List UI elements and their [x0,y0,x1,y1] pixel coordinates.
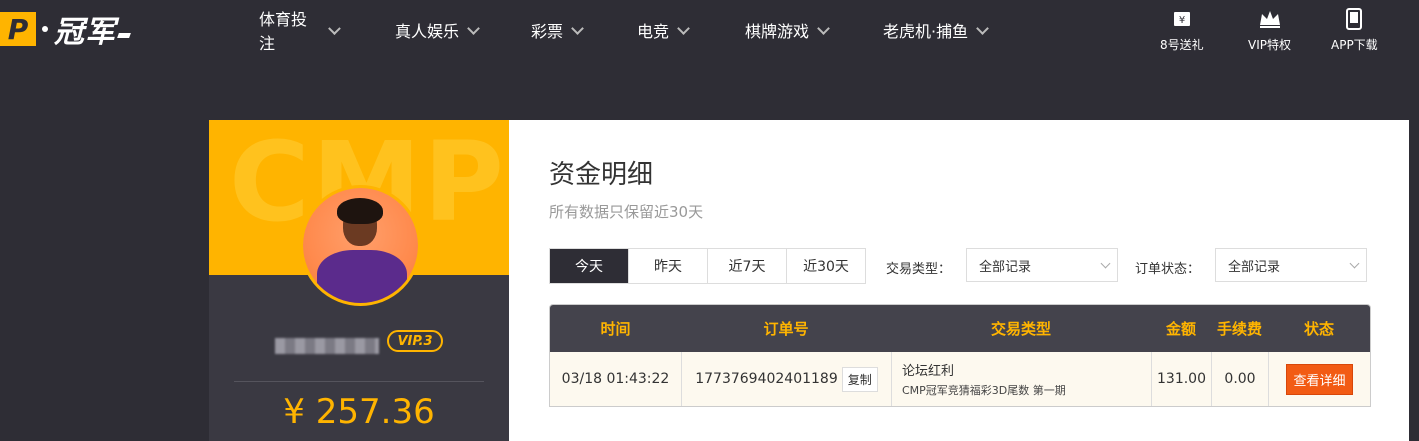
chevron-down-icon [1349,258,1360,269]
chevron-down-icon [976,21,989,35]
main-nav: 体育投注 真人娱乐 彩票 电竞 棋牌游戏 老虎机·捕鱼 [243,0,1017,60]
nav-label: 真人娱乐 [395,22,460,41]
tab-last-7-days[interactable]: 近7天 [707,249,786,283]
type-main: 论坛红利 [902,364,955,379]
avatar-image [303,188,418,303]
cell-fee: 0.00 [1211,352,1268,406]
tab-last-30-days[interactable]: 近30天 [786,249,865,283]
nav-label: 体育投注 [259,10,308,53]
nav-item-sports[interactable]: 体育投注 [243,6,355,54]
view-details-button[interactable]: 查看详细 [1286,363,1353,395]
logo-p-mark: P [0,12,36,46]
cell-type: 论坛红利 CMP冠军竞猜福彩3D尾数 第一期 [891,352,1151,406]
page-subtitle: 所有数据只保留近30天 [549,203,704,221]
chevron-down-icon [571,21,584,35]
svg-text:¥: ¥ [1179,15,1185,26]
logo-dot [42,26,48,32]
nav-label: 电竞 [637,22,670,41]
quick-link-gift[interactable]: ¥ 8号送礼 [1160,8,1204,53]
nav-item-slots-fishing[interactable]: 老虎机·捕鱼 [867,18,1017,42]
profile-card: CMP VIP.3 ¥ 257.36 [209,120,509,441]
quick-link-label: VIP特权 [1248,38,1291,52]
page-title: 资金明细 [549,160,654,190]
date-range-tabs: 今天 昨天 近7天 近30天 [549,248,866,284]
avatar-body [317,250,407,303]
transaction-type-select[interactable]: 全部记录 [966,248,1118,282]
select-value: 全部记录 [1228,259,1281,275]
col-header-type: 交易类型 [990,320,1051,338]
col-header-time: 时间 [600,320,631,338]
table-header: 时间 订单号 交易类型 金额 手续费 状态 [550,305,1370,352]
profile-divider [234,381,484,382]
cell-amount: 131.00 [1151,352,1211,406]
nav-item-card-games[interactable]: 棋牌游戏 [729,18,857,42]
ticket-icon: ¥ [1172,8,1192,30]
chevron-down-icon [467,21,480,35]
brand-logo[interactable]: P 冠军 [0,12,131,50]
vip-badge: VIP.3 [387,330,443,352]
quick-link-app[interactable]: APP下载 [1331,8,1378,53]
order-number: 1773769402401189 [695,371,838,387]
cell-time: 03/18 01:43:22 [561,371,670,387]
cell-order-no: 1773769402401189 复制 [681,352,891,406]
chevron-down-icon [1100,258,1111,269]
col-header-order-no: 订单号 [763,320,809,338]
quick-link-label: APP下载 [1331,38,1378,52]
transaction-type-label: 交易类型： [886,262,952,277]
transactions-table: 时间 订单号 交易类型 金额 手续费 状态 03/18 01:43:22 177… [549,304,1371,407]
type-sub: CMP冠军竞猜福彩3D尾数 第一期 [902,384,1066,397]
nav-item-lottery[interactable]: 彩票 [515,18,611,42]
avatar[interactable] [300,185,421,306]
table-row: 03/18 01:43:22 1773769402401189 复制 论坛红利 … [550,352,1370,406]
cell-status: 查看详细 [1268,352,1370,406]
col-header-status: 状态 [1303,320,1334,338]
nav-label: 老虎机·捕鱼 [883,22,969,41]
col-header-fee: 手续费 [1216,320,1262,338]
crown-icon [1258,8,1282,30]
order-status-label: 订单状态： [1135,262,1201,277]
tab-yesterday[interactable]: 昨天 [628,249,707,283]
chevron-down-icon [677,21,690,35]
logo-dash [117,32,131,38]
nav-label: 彩票 [531,22,564,41]
balance-amount: ¥ 257.36 [283,392,435,432]
nav-label: 棋牌游戏 [745,22,810,41]
col-header-amount: 金额 [1165,320,1196,338]
top-navbar: P 冠军 体育投注 真人娱乐 彩票 电竞 棋牌游戏 老虎机·捕鱼 ¥ 8号送礼 … [0,0,1419,60]
nav-item-live-casino[interactable]: 真人娱乐 [379,18,507,42]
copy-button[interactable]: 复制 [841,366,878,392]
username-blurred [275,338,379,354]
logo-text: 冠军 [54,15,116,50]
nav-item-esports[interactable]: 电竞 [621,18,717,42]
fund-details-panel: 资金明细 所有数据只保留近30天 今天 昨天 近7天 近30天 交易类型： 全部… [509,120,1409,441]
order-status-select[interactable]: 全部记录 [1215,248,1367,282]
select-value: 全部记录 [979,259,1032,275]
tab-today[interactable]: 今天 [550,249,628,283]
chevron-down-icon [817,21,830,35]
avatar-hair [337,198,383,224]
chevron-down-icon [328,21,341,35]
phone-icon [1346,8,1363,30]
quick-link-vip[interactable]: VIP特权 [1248,8,1291,53]
quick-link-label: 8号送礼 [1160,38,1204,52]
